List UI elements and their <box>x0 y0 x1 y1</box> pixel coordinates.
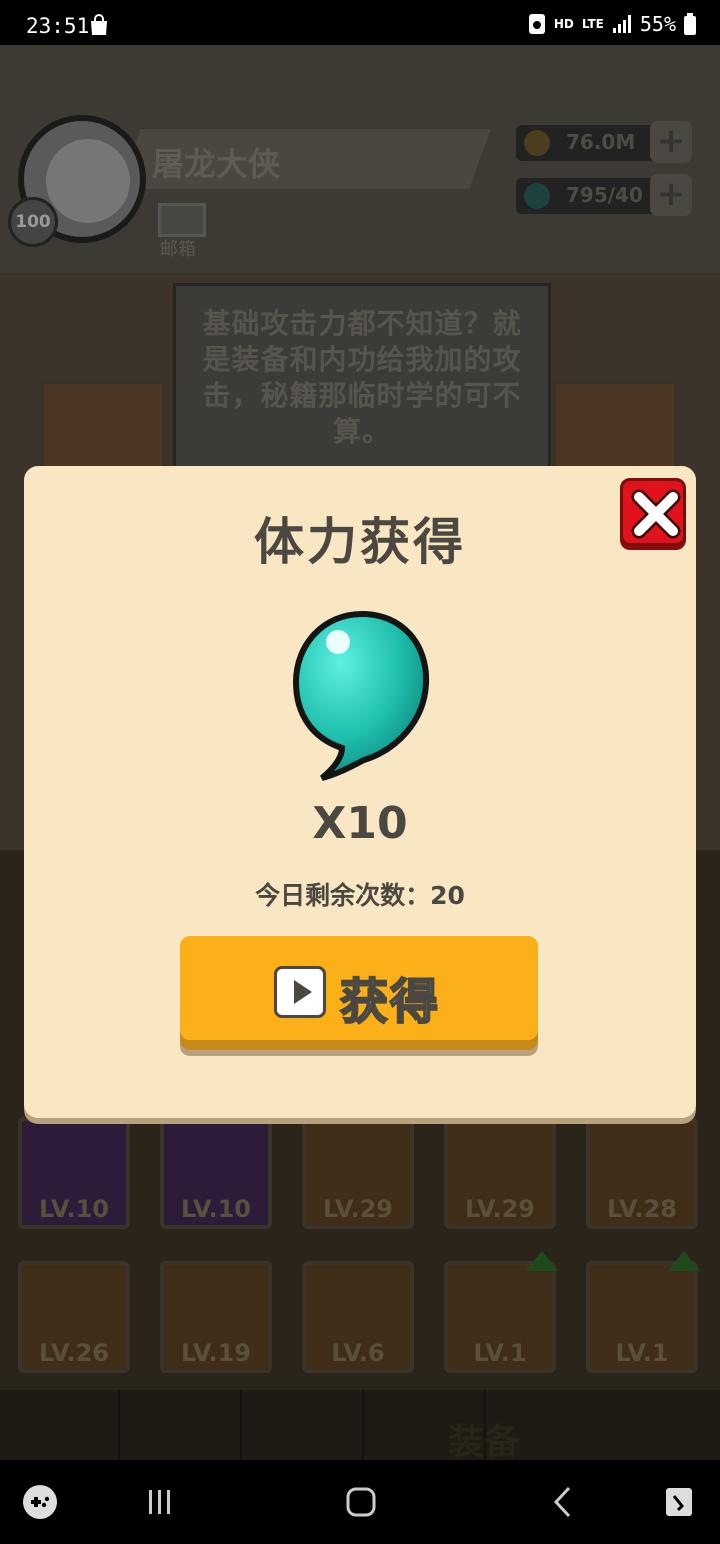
signal-icon <box>612 15 631 33</box>
gold-counter: 76.0M + <box>516 121 692 163</box>
battery-icon <box>684 13 696 35</box>
inventory-slot[interactable]: LV.10 <box>18 1117 130 1229</box>
close-button[interactable] <box>620 478 686 546</box>
battery-percent: 55% <box>639 12 676 36</box>
nav-collect[interactable] <box>600 1390 720 1460</box>
upgrade-arrow-icon <box>668 1251 700 1271</box>
play-video-icon <box>274 966 326 1018</box>
slot-level: LV.29 <box>465 1195 535 1223</box>
mail-icon[interactable] <box>158 203 206 237</box>
back-icon[interactable] <box>543 1482 583 1522</box>
inventory-slot[interactable]: LV.19 <box>160 1261 272 1373</box>
watch-ad-get-button[interactable]: 获得 <box>180 936 538 1040</box>
remaining-attempts: 今日剩余次数：20 <box>255 881 465 910</box>
shopping-bag-icon <box>91 14 107 35</box>
stamina-icon <box>524 183 550 209</box>
add-gold-button[interactable]: + <box>650 121 692 163</box>
inventory-slot[interactable]: LV.28 <box>586 1117 698 1229</box>
hd-indicator: HD <box>553 17 574 31</box>
slot-level: LV.1 <box>473 1339 527 1367</box>
npc-dialog: 基础攻击力都不知道？就是装备和内功给我加的攻击，秘籍那临时学的可不算。 <box>173 283 551 473</box>
slot-level: LV.19 <box>181 1339 251 1367</box>
reward-count: X10 <box>312 798 408 849</box>
mail-label: 邮箱 <box>160 239 196 260</box>
nav-task[interactable] <box>0 1390 120 1460</box>
avatar-face <box>46 139 130 223</box>
inventory-slot[interactable]: LV.6 <box>302 1261 414 1373</box>
inventory-slot[interactable]: LV.1 <box>444 1251 558 1373</box>
screen-lock-icon[interactable] <box>660 1482 700 1522</box>
modal-title: 体力获得 <box>254 513 466 571</box>
gold-value: 76.0M <box>566 130 636 154</box>
close-icon <box>631 489 681 539</box>
inventory-slot[interactable]: LV.26 <box>18 1261 130 1373</box>
stamina-reward-modal: 体力获得 X10 今日剩余次数：20 获得 <box>24 466 696 1118</box>
nav-battle[interactable] <box>244 1390 364 1460</box>
add-stamina-button[interactable]: + <box>650 174 692 216</box>
inventory-slot[interactable]: LV.10 <box>160 1117 272 1229</box>
lte-indicator: LTE <box>581 17 604 31</box>
stamina-counter: 795/40 + <box>516 174 692 216</box>
system-nav-bar <box>0 1460 720 1544</box>
notification-icon <box>528 14 545 34</box>
status-bar: 23:51 HD LTE 55% <box>0 0 720 45</box>
level-badge: 100 <box>8 197 58 247</box>
recent-apps-icon[interactable] <box>140 1482 180 1522</box>
slot-level: LV.10 <box>181 1195 251 1223</box>
inventory-slot[interactable]: LV.1 <box>586 1251 700 1373</box>
inventory-slot[interactable]: LV.29 <box>302 1117 414 1229</box>
slot-level: LV.1 <box>615 1339 669 1367</box>
stamina-gem-icon <box>292 610 430 781</box>
nav-training[interactable] <box>122 1390 242 1460</box>
slot-level: LV.6 <box>331 1339 385 1367</box>
slot-level: LV.28 <box>607 1195 677 1223</box>
game-launcher-icon[interactable] <box>20 1482 60 1522</box>
coin-icon <box>524 130 550 156</box>
npc-dialog-text: 基础攻击力都不知道？就是装备和内功给我加的攻击，秘籍那临时学的可不算。 <box>202 307 522 448</box>
game-bottom-nav <box>0 1390 720 1460</box>
upgrade-arrow-icon <box>526 1251 558 1271</box>
stamina-value: 795/40 <box>566 183 643 207</box>
status-icons: HD LTE 55% <box>528 12 696 36</box>
get-button-label: 获得 <box>339 973 441 1031</box>
home-icon[interactable] <box>341 1482 381 1522</box>
nav-equipment-label: 装备 <box>448 1422 521 1460</box>
inventory-slot[interactable]: LV.29 <box>444 1117 556 1229</box>
slot-level: LV.26 <box>39 1339 109 1367</box>
slot-level: LV.29 <box>323 1195 393 1223</box>
slot-level: LV.10 <box>39 1195 109 1223</box>
player-name: 屠龙大侠 <box>152 145 281 183</box>
clock: 23:51 <box>26 14 90 38</box>
